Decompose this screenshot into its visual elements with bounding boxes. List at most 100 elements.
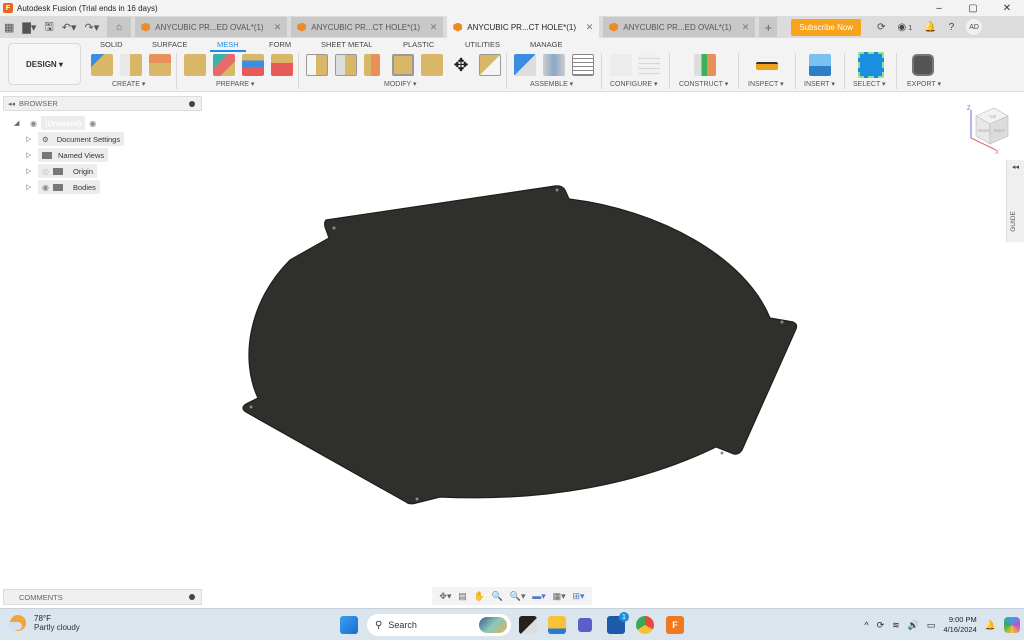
close-window-button[interactable]: ✕ <box>990 0 1024 16</box>
tab-surface[interactable]: SURFACE <box>152 40 187 49</box>
taskbar-search[interactable]: ⚲ Search <box>367 614 511 636</box>
view-cube[interactable]: Z X TOP FRONT RIGHT <box>962 102 1012 154</box>
user-avatar[interactable]: AD <box>966 19 983 35</box>
expand-icon[interactable]: ▷ <box>26 151 31 159</box>
comments-panel-header[interactable]: COMMENTS <box>3 589 202 605</box>
weather-widget[interactable]: 78°F Partly cloudy <box>8 614 80 632</box>
tab-plastic[interactable]: PLASTIC <box>403 40 434 49</box>
select-icon[interactable] <box>858 52 884 78</box>
tab-manage[interactable]: MANAGE <box>530 40 563 49</box>
show-hidden-icons-icon[interactable]: ^ <box>864 620 868 630</box>
combine-face-groups-icon[interactable] <box>242 54 264 76</box>
insert-image-icon[interactable] <box>809 54 831 76</box>
windows-start-icon[interactable] <box>340 616 358 634</box>
file-explorer-icon[interactable] <box>548 616 566 634</box>
joint-icon[interactable] <box>543 54 565 76</box>
home-button[interactable]: ⌂ <box>107 17 132 37</box>
guide-panel[interactable]: ◂◂ GUIDE <box>1006 160 1024 242</box>
pan-icon[interactable]: ✋ <box>474 591 485 602</box>
fit-icon[interactable]: 🔍▾ <box>510 591 526 602</box>
new-tab-button[interactable]: + <box>759 17 778 37</box>
tree-item-document-settings[interactable]: ▷ ⚙ Document Settings <box>26 132 125 146</box>
construct-plane-icon[interactable] <box>694 54 716 76</box>
generate-face-groups-icon[interactable] <box>213 54 235 76</box>
reduce-icon[interactable] <box>335 54 357 76</box>
chrome-icon[interactable] <box>636 616 654 634</box>
construct-menu[interactable]: CONSTRUCT ▾ <box>679 80 728 88</box>
visibility-icon[interactable]: ◉ <box>42 183 49 192</box>
viewports-icon[interactable]: ⊞▾ <box>573 591 585 602</box>
tab-utilities[interactable]: UTILITIES <box>465 40 500 49</box>
display-settings-icon[interactable]: ▬▾ <box>532 591 546 602</box>
doc-tab[interactable]: ANYCUBIC PR...ED OVAL*(1) ✕ <box>603 17 756 37</box>
close-tab-icon[interactable]: ✕ <box>586 22 594 33</box>
close-tab-icon[interactable]: ✕ <box>274 22 282 33</box>
minimize-button[interactable]: – <box>922 0 956 16</box>
tree-item-bodies[interactable]: ▷ ◉ Bodies <box>26 180 100 194</box>
root-document-label[interactable]: (Unsaved) <box>40 116 86 130</box>
clock[interactable]: 9:00 PM 4/16/2024 <box>943 615 976 635</box>
app-grid-icon[interactable]: ▦ <box>0 21 18 34</box>
expand-guide-icon[interactable]: ◂◂ <box>1012 163 1019 171</box>
copilot-icon[interactable] <box>1004 617 1020 633</box>
wifi-icon[interactable]: ≋ <box>892 620 900 631</box>
tab-sheet-metal[interactable]: SHEET METAL <box>321 40 372 49</box>
expand-icon[interactable]: ▷ <box>26 167 31 175</box>
plane-cut-icon[interactable] <box>364 54 380 76</box>
combine-icon[interactable] <box>421 54 443 76</box>
select-menu[interactable]: SELECT ▾ <box>853 80 886 88</box>
look-at-icon[interactable]: ▤ <box>458 591 467 602</box>
tab-form[interactable]: FORM <box>269 40 291 49</box>
doc-tab[interactable]: ANYCUBIC PR...CT HOLE*(1) ✕ <box>291 17 444 37</box>
help-icon[interactable]: ? <box>949 22 955 33</box>
remesh-icon[interactable] <box>306 54 328 76</box>
configuration-table-icon[interactable] <box>638 54 660 76</box>
configure-menu[interactable]: CONFIGURE ▾ <box>610 80 657 88</box>
hidden-eye-icon[interactable]: ◎ <box>42 167 49 176</box>
expand-icon[interactable]: ◢ <box>14 119 19 127</box>
insert-mesh-icon[interactable] <box>91 54 113 76</box>
tab-solid[interactable]: SOLID <box>100 40 123 49</box>
workspace-switcher[interactable]: DESIGN ▾ <box>8 43 81 85</box>
configure-icon[interactable] <box>610 54 632 76</box>
task-view-icon[interactable] <box>519 616 537 634</box>
export-menu[interactable]: EXPORT ▾ <box>907 80 941 88</box>
convert-face-groups-icon[interactable] <box>271 54 293 76</box>
tab-mesh[interactable]: MESH <box>217 40 239 49</box>
browser-pin-icon[interactable] <box>189 100 195 107</box>
export-icon[interactable] <box>912 54 934 76</box>
doc-tab[interactable]: ANYCUBIC PR...ED OVAL*(1) ✕ <box>135 17 288 37</box>
inspect-menu[interactable]: INSPECT ▾ <box>748 80 784 88</box>
create-face-group-icon[interactable] <box>149 54 171 76</box>
microsoft-store-icon[interactable]: 1 <box>607 612 629 634</box>
bill-of-materials-icon[interactable] <box>572 54 594 76</box>
notification-bell-icon[interactable]: 🔔 <box>985 620 996 631</box>
collapse-browser-icon[interactable]: ◂◂ <box>8 100 15 108</box>
bram-icon[interactable] <box>120 54 142 76</box>
measure-icon[interactable] <box>756 62 778 70</box>
undo-icon[interactable]: ↶▾ <box>58 21 81 34</box>
modify-menu[interactable]: MODIFY ▾ <box>384 80 417 88</box>
zoom-icon[interactable]: 🔍 <box>492 591 503 602</box>
sync-warning-icon[interactable]: ⟳ <box>877 620 885 631</box>
expand-icon[interactable]: ▷ <box>26 183 31 191</box>
close-tab-icon[interactable]: ✕ <box>430 22 438 33</box>
battery-icon[interactable]: ▭ <box>927 620 936 631</box>
new-component-icon[interactable] <box>514 54 536 76</box>
orbit-icon[interactable]: ✥▾ <box>439 591 451 602</box>
shell-icon[interactable] <box>392 54 414 76</box>
close-tab-icon[interactable]: ✕ <box>742 22 750 33</box>
grid-settings-icon[interactable]: ▦▾ <box>553 591 566 602</box>
subscribe-button[interactable]: Subscribe Now <box>791 18 862 36</box>
canvas-viewport[interactable] <box>0 92 1024 588</box>
tree-item-origin[interactable]: ▷ ◎ Origin <box>26 164 97 178</box>
teams-icon[interactable] <box>578 618 592 632</box>
redo-icon[interactable]: ↷▾ <box>81 21 104 34</box>
job-status-icon[interactable]: ◉ 1 <box>897 22 912 33</box>
insert-menu[interactable]: INSERT ▾ <box>804 80 835 88</box>
fusion-taskbar-icon[interactable]: F <box>666 616 684 634</box>
extensions-icon[interactable]: ⟳ <box>877 22 885 33</box>
expand-icon[interactable]: ▷ <box>26 135 31 143</box>
save-icon[interactable]: 🖫 <box>40 18 57 37</box>
file-menu-icon[interactable]: ▇▾ <box>18 21 40 34</box>
